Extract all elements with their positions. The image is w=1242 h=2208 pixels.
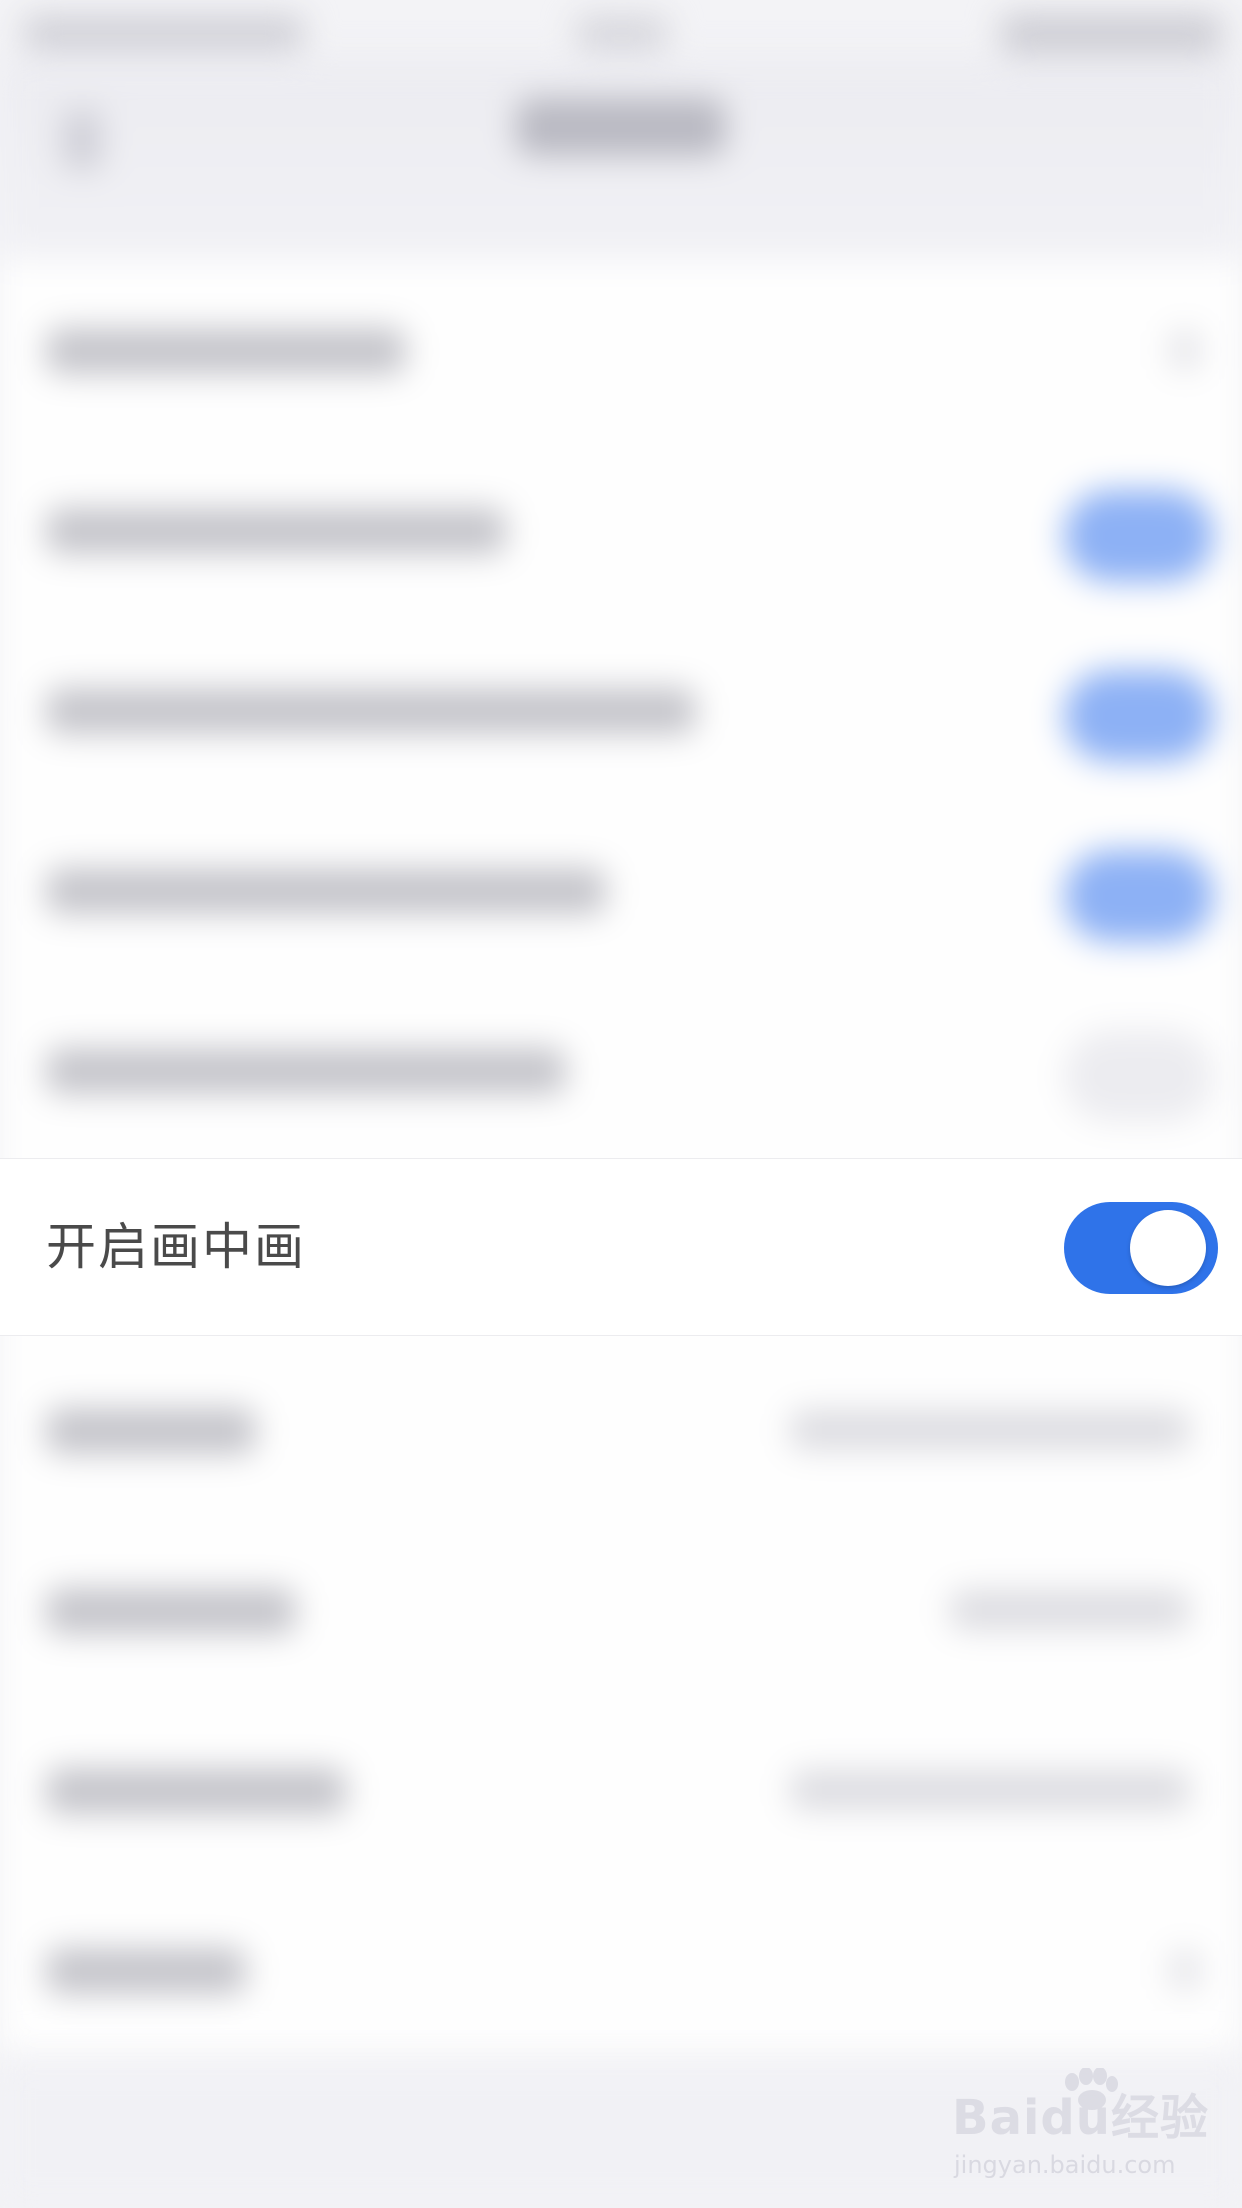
picture-in-picture-row[interactable]: 开启画中画: [0, 1158, 1242, 1336]
baidu-watermark: Baidu经验 jingyan.baidu.com: [952, 2068, 1228, 2188]
settings-row-value: [790, 1770, 1190, 1810]
settings-row-label: [46, 688, 696, 734]
picture-in-picture-toggle[interactable]: [1064, 1202, 1218, 1294]
toggle-switch[interactable]: [1064, 1030, 1214, 1122]
settings-row-label: [46, 1768, 346, 1814]
settings-row-label: [46, 328, 406, 374]
settings-row[interactable]: [0, 1520, 1242, 1700]
settings-row-label: [46, 1948, 246, 1994]
page-title: [516, 98, 726, 156]
status-bar-left: [24, 16, 304, 50]
settings-row-value: [790, 1410, 1190, 1450]
toggle-switch[interactable]: [1064, 670, 1214, 762]
settings-row-label: [46, 1048, 566, 1094]
chevron-right-icon: [1170, 330, 1200, 370]
settings-row[interactable]: [0, 1340, 1242, 1520]
settings-row[interactable]: [0, 1700, 1242, 1880]
settings-row-value: [950, 1590, 1190, 1630]
settings-row-label: [46, 868, 606, 914]
settings-row[interactable]: [0, 620, 1242, 800]
chevron-right-icon: [1170, 1950, 1200, 1990]
toggle-knob: [1130, 1210, 1206, 1286]
toggle-switch[interactable]: [1064, 490, 1214, 582]
settings-list: [0, 260, 1242, 2050]
navigation-bar: [0, 60, 1242, 260]
settings-row[interactable]: [0, 800, 1242, 980]
watermark-brand: Baidu经验: [952, 2090, 1209, 2146]
status-bar-battery-icon: [1000, 14, 1222, 54]
status-bar-time: [576, 16, 668, 50]
settings-row-label: [46, 508, 506, 554]
settings-row[interactable]: [0, 260, 1242, 440]
settings-row[interactable]: [0, 980, 1242, 1160]
settings-row-label: [46, 1408, 256, 1454]
settings-row[interactable]: [0, 440, 1242, 620]
status-bar: [0, 0, 1242, 60]
blurred-background: [0, 0, 1242, 2208]
back-arrow-icon[interactable]: [62, 110, 102, 170]
picture-in-picture-label: 开启画中画: [46, 1218, 306, 1276]
toggle-switch[interactable]: [1064, 850, 1214, 942]
watermark-url: jingyan.baidu.com: [954, 2151, 1176, 2179]
settings-row-label: [46, 1588, 296, 1634]
settings-row[interactable]: [0, 1880, 1242, 2060]
